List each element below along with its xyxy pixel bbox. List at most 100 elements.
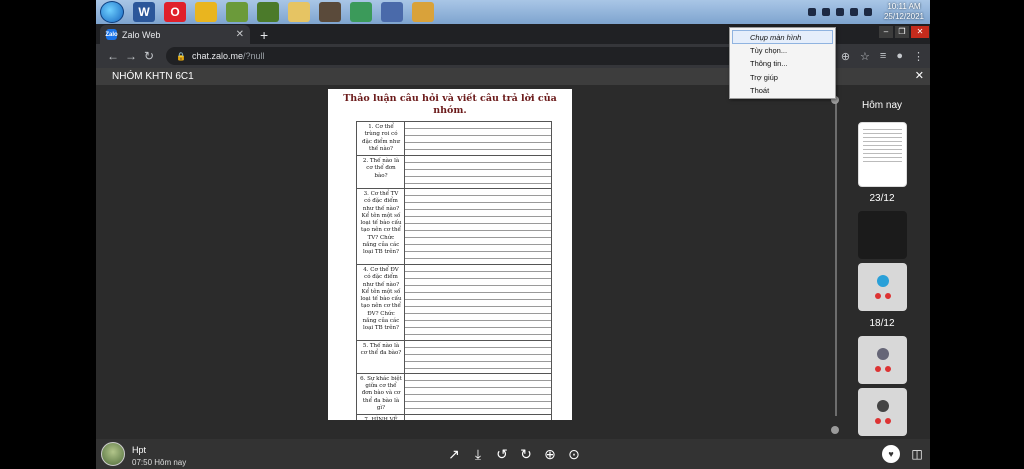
clock-date: 25/12/2021 [883, 12, 924, 21]
context-menu-item[interactable]: Trợ giúp [730, 71, 835, 85]
url-path: /?null [243, 51, 265, 61]
scroll-bottom-handle[interactable] [831, 426, 839, 434]
thumb-line [863, 129, 902, 130]
folder-app-icon[interactable] [288, 2, 310, 22]
question-row: 4. Cơ thể ĐV có đặc điểm như thế nào? Kể… [357, 264, 551, 341]
thumbnail-call-1[interactable] [858, 263, 907, 311]
conversation-title: NHÓM KHTN 6C1 [112, 71, 194, 82]
tray-arrow-icon[interactable] [807, 8, 816, 16]
zalo-favicon-icon: Zalo [105, 29, 118, 40]
context-menu-item[interactable]: Chụp màn hình [732, 30, 833, 44]
thumb-call-buttons [873, 418, 893, 424]
forward-icon[interactable]: → [122, 49, 140, 63]
lock-icon[interactable]: 🔒 [176, 52, 186, 61]
tray-app-icon[interactable] [821, 8, 830, 16]
thumb-line [863, 149, 902, 150]
image-toolbar: ↗ ⤓ ↺ ↻ ⊕ ⊙ [442, 444, 586, 464]
document-image[interactable]: Thảo luận câu hỏi và viết câu trả lời củ… [328, 89, 572, 420]
toggle-thumbnails-icon[interactable]: ◫ [908, 445, 926, 463]
computer-app-icon[interactable] [381, 2, 403, 22]
url-input[interactable]: 🔒 chat.zalo.me /?null [166, 47, 746, 65]
thumbnail-call-3[interactable] [858, 388, 907, 436]
sender-name: Hpt [132, 445, 147, 455]
question-row: 3. Cơ thể TV có đặc điểm như thế nào? Kể… [357, 188, 551, 265]
context-menu-item[interactable]: Thoát [730, 84, 835, 98]
tray-signal-icon[interactable] [863, 8, 872, 16]
answer-lines [405, 264, 551, 340]
zoom-in-icon[interactable]: ⊕ [538, 444, 562, 464]
word-app-icon[interactable]: W [133, 2, 155, 22]
screenshot-context-menu: Chụp màn hình Tùy chọn... Thông tin... Trợ … [729, 27, 836, 99]
rotate-left-icon[interactable]: ↺ [490, 444, 514, 464]
thumb-line [863, 141, 902, 142]
question-text: 4. Cơ thể ĐV có đặc điểm như thế nào? Kể… [357, 264, 405, 340]
thumb-line [863, 161, 902, 162]
viewer-close-icon[interactable]: ✕ [915, 68, 924, 84]
question-row: 2. Thế nào là cơ thể đơn bào? [357, 156, 551, 189]
thumb-call-dot [884, 293, 891, 299]
taskbar: WO 10:11 AM 25/12/2021 [96, 0, 930, 24]
context-menu-item[interactable]: Tùy chọn... [730, 44, 835, 58]
restore-icon[interactable]: ❐ [895, 26, 909, 38]
answer-lines [405, 373, 551, 415]
question-row: 7. HÌNH VẼ [357, 415, 551, 420]
clock-time: 10:11 AM [887, 2, 921, 11]
game-app-icon[interactable] [226, 2, 248, 22]
thumb-call-buttons [873, 293, 893, 299]
thumb-line [863, 137, 902, 138]
thumb-avatar [876, 348, 889, 360]
chrome2-app-icon[interactable] [350, 2, 372, 22]
zoom-icon[interactable]: ⊕ [841, 50, 850, 63]
tray-volume-icon[interactable] [849, 8, 858, 16]
thumbnail-document[interactable] [858, 122, 907, 187]
tab-close-icon[interactable]: ✕ [236, 29, 244, 40]
context-menu-item[interactable]: Thông tin... [730, 57, 835, 71]
question-row: 6. Sự khác biệt giữa cơ thể đơn bào và c… [357, 373, 551, 416]
system-clock[interactable]: 10:11 AM 25/12/2021 [884, 2, 924, 22]
thumb-call-dot [884, 366, 891, 372]
sent-time: 07:50 Hôm nay [132, 458, 187, 467]
answer-lines [405, 188, 551, 264]
tray-network-icon[interactable] [835, 8, 844, 16]
window-controls: – ❐ ✕ [878, 24, 930, 44]
rotate-right-icon[interactable]: ↻ [514, 444, 538, 464]
thumbnail-screenshot[interactable] [858, 211, 907, 259]
answer-lines [405, 340, 551, 373]
minecraft-app-icon[interactable] [257, 2, 279, 22]
system-tray: 10:11 AM 25/12/2021 [802, 0, 930, 24]
reload-icon[interactable]: ↻ [140, 49, 158, 63]
question-table: 1. Cơ thể trùng roi có đặc điểm như thế … [356, 121, 552, 420]
toolbar-right: ⊕ ☆ ≡ ● ⋮ [831, 50, 930, 63]
profile-icon[interactable]: ● [896, 50, 903, 62]
thumb-label-day1: 23/12 [869, 193, 895, 204]
answer-lines [405, 122, 551, 156]
actual-size-icon[interactable]: ⊙ [562, 444, 586, 464]
screen: WO 10:11 AM 25/12/2021 Zalo Zalo Web ✕ +… [0, 0, 1024, 469]
minimize-icon[interactable]: – [879, 26, 893, 38]
bookmark-star-icon[interactable]: ☆ [860, 50, 870, 63]
back-icon[interactable]: ← [104, 49, 122, 63]
tab-zalo-web[interactable]: Zalo Zalo Web ✕ [100, 25, 250, 44]
browser-menu-icon[interactable]: ⋮ [913, 50, 924, 63]
download-icon[interactable]: ⤓ [466, 444, 490, 464]
thumbnail-scroll-track[interactable] [835, 100, 837, 416]
thumbnail-call-2[interactable] [858, 336, 907, 384]
new-tab-icon[interactable]: + [260, 26, 268, 44]
share-icon[interactable]: ↗ [442, 444, 466, 464]
document-title: Thảo luận câu hỏi và viết câu trả lời củ… [343, 93, 557, 116]
chrome-app-icon[interactable] [195, 2, 217, 22]
image-viewer: Thảo luận câu hỏi và viết câu trả lời củ… [96, 85, 930, 439]
question-text: 5. Thế nào là cơ thể đa bào? [357, 340, 405, 373]
reading-list-icon[interactable]: ≡ [880, 50, 886, 62]
like-icon[interactable]: ♥ [882, 445, 900, 463]
game3-app-icon[interactable] [412, 2, 434, 22]
answer-lines [405, 415, 551, 420]
sender-avatar[interactable] [101, 442, 125, 466]
question-text: 2. Thế nào là cơ thể đơn bào? [357, 156, 405, 188]
start-button[interactable] [100, 1, 124, 23]
game2-app-icon[interactable] [319, 2, 341, 22]
thumb-call-dot [874, 418, 881, 424]
opera-app-icon[interactable]: O [164, 2, 186, 22]
thumb-call-dot [874, 293, 881, 299]
window-close-icon[interactable]: ✕ [911, 26, 929, 38]
